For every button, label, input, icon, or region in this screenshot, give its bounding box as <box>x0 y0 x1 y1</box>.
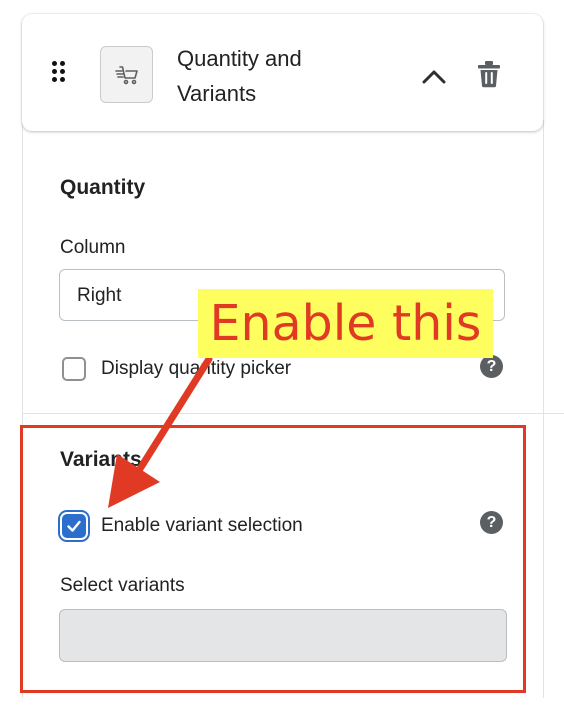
block-title-line1: Quantity and <box>177 46 302 71</box>
collapse-button[interactable] <box>420 64 448 88</box>
enable-variant-selection-checkbox[interactable] <box>62 514 86 538</box>
quantity-heading: Quantity <box>60 176 146 199</box>
chevron-up-icon <box>422 70 446 84</box>
column-select[interactable]: Right <box>59 269 505 321</box>
delete-button[interactable] <box>477 59 501 89</box>
select-variants-label: Select variants <box>60 575 185 596</box>
display-quantity-picker-label[interactable]: Display quantity picker <box>101 358 291 380</box>
block-title: Quantity and Variants <box>177 41 377 111</box>
panel-border-right <box>543 120 544 698</box>
quantity-help-icon[interactable]: ? <box>480 355 503 378</box>
checkmark-icon <box>67 520 81 532</box>
cart-fast-icon <box>114 65 138 84</box>
block-type-icon <box>100 46 153 103</box>
display-quantity-picker-checkbox[interactable] <box>62 357 86 381</box>
column-label: Column <box>60 237 126 258</box>
variants-heading: Variants <box>60 448 142 471</box>
variants-help-icon[interactable]: ? <box>480 511 503 534</box>
select-variants-field[interactable] <box>59 609 507 662</box>
drag-handle-icon[interactable] <box>52 61 68 87</box>
block-header-card: Quantity and Variants <box>22 14 543 131</box>
panel-border-left <box>22 120 23 698</box>
enable-variant-selection-label[interactable]: Enable variant selection <box>101 515 303 537</box>
section-divider <box>22 413 564 414</box>
trash-icon <box>478 61 500 88</box>
block-title-line2: Variants <box>177 81 257 106</box>
